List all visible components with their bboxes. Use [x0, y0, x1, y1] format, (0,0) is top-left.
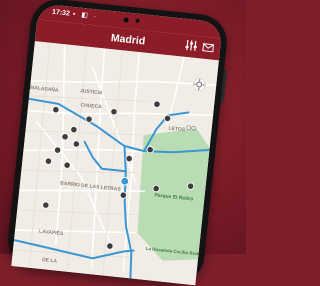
status-icons: ▪ ◧ · — [73, 10, 99, 21]
station-marker[interactable] — [120, 192, 127, 199]
station-marker[interactable] — [70, 126, 77, 133]
map-view[interactable]: MALASAÑA JUSTICIA CHUECA BARRIO DE LAS L… — [11, 41, 219, 285]
station-marker[interactable] — [86, 116, 93, 123]
selected-station-marker[interactable] — [121, 177, 129, 185]
phone-frame: 17:32 ▪ ◧ · Madrid — [5, 0, 229, 286]
phone-screen: 17:32 ▪ ◧ · Madrid — [11, 3, 223, 285]
filter-sliders-icon[interactable] — [184, 38, 199, 53]
station-marker[interactable] — [106, 243, 113, 250]
station-marker[interactable] — [153, 185, 160, 192]
station-marker[interactable] — [126, 155, 133, 162]
station-marker[interactable] — [52, 106, 59, 113]
station-marker[interactable] — [42, 202, 49, 209]
station-marker[interactable] — [187, 183, 194, 190]
station-marker[interactable] — [73, 140, 80, 147]
station-marker[interactable] — [153, 101, 160, 108]
sensor-icon — [135, 19, 139, 23]
mail-icon[interactable] — [202, 41, 215, 54]
station-marker[interactable] — [64, 162, 71, 169]
station-marker[interactable] — [164, 115, 171, 122]
station-marker[interactable] — [54, 147, 61, 154]
station-marker[interactable] — [62, 133, 69, 140]
station-marker[interactable] — [45, 158, 52, 165]
station-marker[interactable] — [110, 108, 117, 115]
front-camera-icon — [123, 17, 128, 22]
status-time: 17:32 — [52, 9, 71, 18]
station-marker[interactable] — [147, 146, 154, 153]
